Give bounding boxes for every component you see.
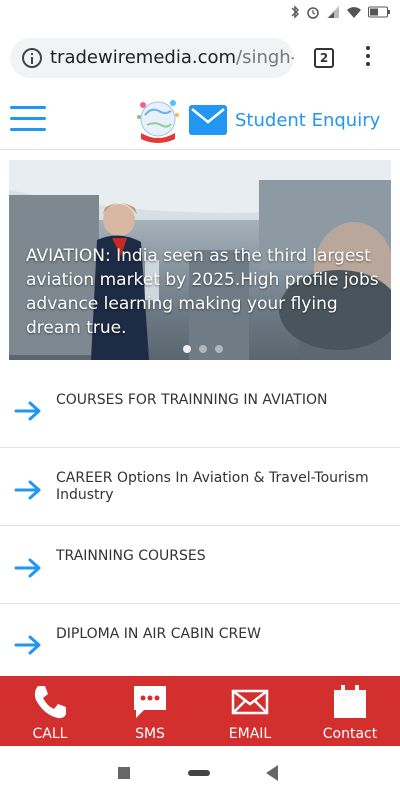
sms-button[interactable]: SMS	[100, 676, 200, 746]
email-label: EMAIL	[228, 726, 272, 742]
slider-dot[interactable]	[183, 345, 191, 353]
list-item-diploma-cabin-crew[interactable]: DIPLOMA IN AIR CABIN CREW	[0, 604, 400, 682]
slider-dots	[183, 345, 223, 353]
course-menu-list: COURSES FOR TRAINNING IN AVIATION CAREER…	[0, 370, 400, 682]
list-item-trainning-courses[interactable]: TRAINNING COURSES	[0, 526, 400, 604]
browser-toolbar: tradewiremedia.com/singh-pa 2	[0, 26, 400, 90]
call-button[interactable]: CALL	[0, 676, 100, 746]
home-icon[interactable]	[188, 770, 210, 776]
tab-switcher-button[interactable]: 2	[314, 48, 334, 68]
contact-action-bar: CALL SMS EMAIL Contact	[0, 676, 400, 746]
url-text[interactable]: tradewiremedia.com/singh-pa	[50, 47, 294, 68]
arrow-right-icon	[14, 480, 41, 500]
url-path: /singh-pa	[236, 47, 294, 68]
recents-icon[interactable]	[118, 767, 130, 779]
url-domain: tradewiremedia.com	[50, 47, 237, 68]
list-item-label: DIPLOMA IN AIR CABIN CREW	[56, 626, 261, 642]
hero-caption: AVIATION: India seen as the third larges…	[26, 246, 379, 338]
mail-icon	[189, 105, 227, 135]
list-item-courses-aviation[interactable]: COURSES FOR TRAINNING IN AVIATION	[0, 370, 400, 448]
more-menu-icon[interactable]	[364, 46, 372, 70]
call-label: CALL	[32, 726, 68, 742]
contact-label: Contact	[322, 726, 378, 742]
list-item-career-options[interactable]: CAREER Options In Aviation & Travel-Tour…	[0, 448, 400, 526]
slider-dot[interactable]	[199, 345, 207, 353]
wifi-icon	[347, 7, 361, 18]
site-header: Student Enquiry	[0, 90, 400, 150]
contact-button[interactable]: Contact	[300, 676, 400, 746]
hamburger-menu-icon[interactable]	[10, 106, 46, 132]
student-enquiry-link[interactable]: Student Enquiry	[189, 102, 380, 138]
address-bar[interactable]: tradewiremedia.com/singh-pa	[10, 38, 294, 78]
student-enquiry-label: Student Enquiry	[235, 109, 381, 131]
list-item-label: COURSES FOR TRAINNING IN AVIATION	[56, 392, 328, 408]
back-icon[interactable]	[266, 765, 278, 781]
phone-icon	[34, 686, 66, 719]
list-item-label: CAREER Options In Aviation & Travel-Tour…	[56, 470, 369, 503]
info-icon[interactable]	[22, 48, 42, 68]
battery-icon	[368, 6, 390, 18]
arrow-right-icon	[14, 558, 41, 578]
arrow-right-icon	[14, 401, 41, 421]
status-icons	[290, 5, 390, 19]
slider-dot[interactable]	[215, 345, 223, 353]
calendar-icon	[334, 685, 366, 718]
bluetooth-icon	[291, 5, 299, 19]
hero-slider[interactable]: AVIATION: India seen as the third larges…	[9, 160, 391, 360]
sms-label: SMS	[135, 726, 165, 742]
alarm-icon	[307, 7, 319, 19]
globe-logo-icon[interactable]	[131, 93, 185, 147]
signal-icon	[327, 6, 339, 18]
arrow-right-icon	[14, 635, 41, 655]
sms-icon	[134, 686, 166, 718]
system-navigation-bar	[0, 746, 400, 800]
email-button[interactable]: EMAIL	[200, 676, 300, 746]
envelope-icon	[231, 689, 269, 715]
list-item-label: TRAINNING COURSES	[56, 548, 206, 564]
status-bar	[0, 0, 400, 26]
